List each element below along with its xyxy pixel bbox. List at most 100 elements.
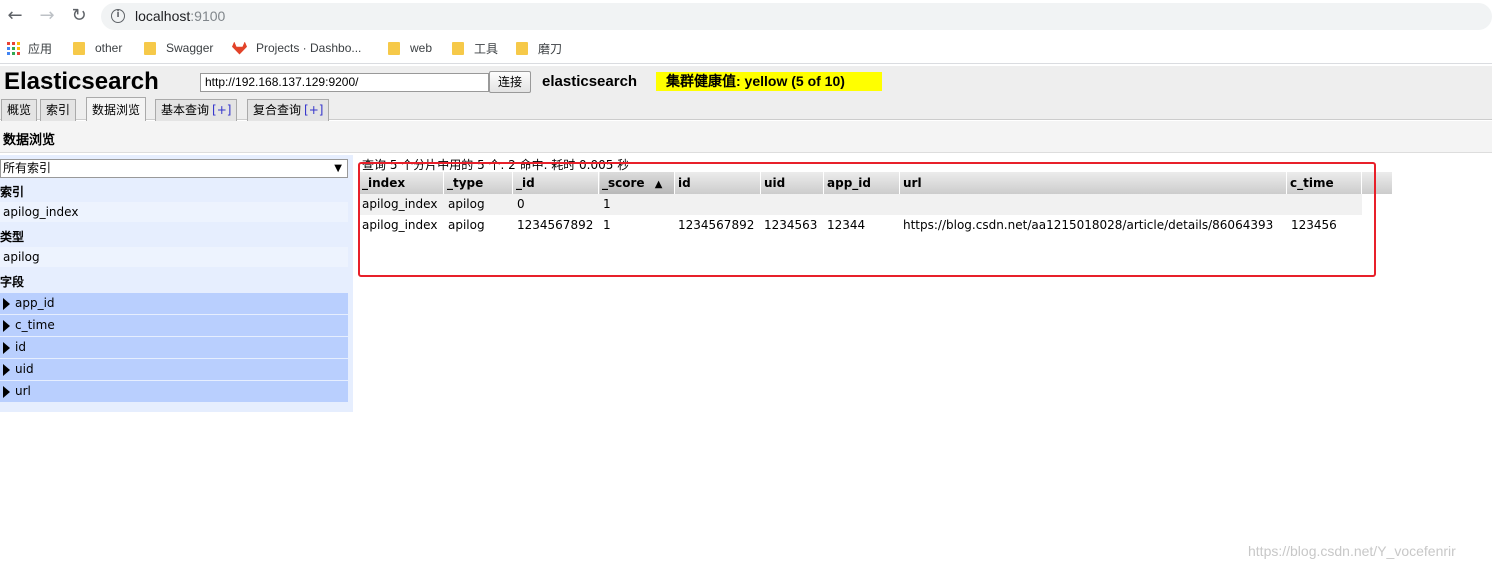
field-label: id <box>15 340 26 354</box>
url-host: localhost <box>135 8 191 24</box>
bookmark-apps[interactable]: 应用 <box>7 40 52 56</box>
gitlab-icon <box>232 41 247 55</box>
section-header: 数据浏览 <box>0 121 1492 153</box>
filter-sidebar: 所有索引 ▼ 索引 apilog_index 类型 apilog 字段 app_… <box>0 155 353 412</box>
folder-icon <box>144 41 156 55</box>
index-heading: 索引 <box>0 185 25 199</box>
column-header-index[interactable]: _index <box>360 172 444 194</box>
table-row[interactable]: apilog_index apilog 0 1 <box>360 194 1362 215</box>
table-cell <box>762 194 764 215</box>
bookmarks-bar: 应用 other Swagger Projects · Dashbo... we… <box>0 33 1492 64</box>
expand-triangle-icon <box>3 298 10 310</box>
column-header-url[interactable]: url <box>901 172 1287 194</box>
column-header-type[interactable]: _type <box>445 172 513 194</box>
field-label: c_time <box>15 318 55 332</box>
bookmark-tools[interactable]: 工具 <box>452 40 498 56</box>
bookmark-label: 应用 <box>28 41 53 56</box>
tab-label: 数据浏览 <box>92 103 141 117</box>
bookmark-label: 磨刀 <box>538 41 563 56</box>
column-header-app-id[interactable]: app_id <box>825 172 900 194</box>
table-cell: 1234567892 <box>678 218 755 232</box>
bookmark-label: 工具 <box>474 41 499 56</box>
expand-triangle-icon <box>3 320 10 332</box>
folder-icon <box>452 41 464 55</box>
type-heading: 类型 <box>0 230 25 244</box>
tab-plus-link[interactable]: [+] <box>212 103 231 117</box>
expand-triangle-icon <box>3 386 10 398</box>
tab-compound-query[interactable]: 复合查询 [+] <box>247 99 330 121</box>
bookmark-label: web <box>410 41 433 55</box>
bookmark-swagger[interactable]: Swagger <box>144 40 213 56</box>
table-cell: 1 <box>603 218 611 232</box>
bookmark-other[interactable]: other <box>73 40 122 56</box>
column-header-c-time[interactable]: c_time <box>1288 172 1362 194</box>
cluster-name: elasticsearch <box>542 73 638 90</box>
apps-grid-icon <box>7 41 20 55</box>
table-header: _index _type _id _score ▲ id uid app_id … <box>360 172 1392 194</box>
tab-label: 索引 <box>46 103 71 117</box>
column-label: url <box>903 176 922 190</box>
table-cell: apilog <box>448 197 485 211</box>
column-header-doc-id[interactable]: _id <box>514 172 599 194</box>
folder-icon <box>516 41 528 55</box>
browser-toolbar: ← → ↻ i localhost:9100 <box>0 0 1492 33</box>
table-cell: 0 <box>517 197 525 211</box>
column-label: _score <box>602 176 645 190</box>
bookmark-sharpen[interactable]: 磨刀 <box>516 40 562 56</box>
bookmark-label: Projects · Dashbo... <box>256 41 362 55</box>
fields-heading: 字段 <box>0 275 25 289</box>
bookmark-web[interactable]: web <box>388 40 432 56</box>
tab-plus-link[interactable]: [+] <box>304 103 323 117</box>
tab-data-browser[interactable]: 数据浏览 <box>86 97 147 121</box>
dropdown-caret-icon: ▼ <box>334 163 342 174</box>
forward-arrow-icon[interactable]: → <box>37 6 57 26</box>
folder-icon <box>73 41 85 55</box>
table-cell: 1234563 <box>764 218 818 232</box>
column-header-id[interactable]: id <box>676 172 761 194</box>
field-id[interactable]: id <box>0 337 348 358</box>
table-cell: apilog_index <box>362 218 438 232</box>
address-bar[interactable]: i localhost:9100 <box>101 3 1492 30</box>
index-select[interactable]: 所有索引 ▼ <box>0 159 348 178</box>
folder-icon <box>388 41 400 55</box>
field-url[interactable]: url <box>0 381 348 402</box>
tab-basic-query[interactable]: 基本查询 [+] <box>155 99 238 121</box>
field-app-id[interactable]: app_id <box>0 293 348 314</box>
column-label: _type <box>447 176 484 190</box>
address-text: localhost:9100 <box>135 8 225 24</box>
column-header-uid[interactable]: uid <box>762 172 824 194</box>
column-label: c_time <box>1290 176 1334 190</box>
tab-label: 基本查询 <box>161 103 210 117</box>
cluster-health-badge: 集群健康值: yellow (5 of 10) <box>656 72 882 91</box>
app-title: Elasticsearch <box>4 68 159 95</box>
info-icon[interactable]: i <box>111 9 125 23</box>
query-summary: 查询 5 个分片中用的 5 个. 2 命中. 耗时 0.005 秒 <box>362 158 630 172</box>
table-cell: 12344 <box>827 218 866 232</box>
tab-indices[interactable]: 索引 <box>40 99 77 121</box>
column-header-score[interactable]: _score ▲ <box>600 172 675 194</box>
expand-triangle-icon <box>3 342 10 354</box>
field-c-time[interactable]: c_time <box>0 315 348 336</box>
expand-triangle-icon <box>3 364 10 376</box>
table-row[interactable]: apilog_index apilog 1234567892 1 1234567… <box>360 215 1362 236</box>
table-cell <box>676 194 678 215</box>
table-cell <box>901 194 903 215</box>
type-item[interactable]: apilog <box>0 247 348 267</box>
tab-label: 复合查询 <box>253 103 302 117</box>
table-cell <box>825 194 827 215</box>
tab-overview[interactable]: 概览 <box>1 99 38 121</box>
bookmark-projects[interactable]: Projects · Dashbo... <box>232 40 361 56</box>
bookmark-label: Swagger <box>166 41 214 55</box>
table-cell <box>1289 194 1291 215</box>
reload-icon[interactable]: ↻ <box>69 6 89 26</box>
back-arrow-icon[interactable]: ← <box>5 6 25 26</box>
column-label: app_id <box>827 176 871 190</box>
column-label: id <box>678 176 691 190</box>
field-uid[interactable]: uid <box>0 359 348 380</box>
field-label: url <box>15 384 31 398</box>
field-label: uid <box>15 362 34 376</box>
cluster-url-input[interactable]: http://192.168.137.129:9200/ <box>200 73 489 92</box>
tab-label: 概览 <box>7 103 32 117</box>
connect-button[interactable]: 连接 <box>489 71 531 93</box>
index-item[interactable]: apilog_index <box>0 202 348 222</box>
